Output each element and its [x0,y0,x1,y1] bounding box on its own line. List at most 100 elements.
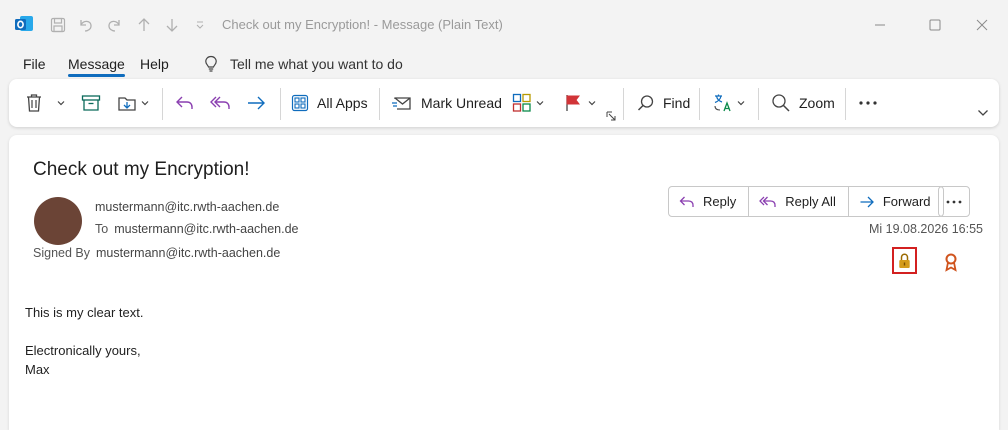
translate-icon [714,94,731,112]
ribbon-divider [379,88,380,120]
mark-unread-button[interactable]: Mark Unread [391,79,502,127]
ribbon-divider [623,88,624,120]
lock-icon [899,253,910,268]
signed-by-line: Signed By mustermann@itc.rwth-aachen.de [33,246,280,260]
customize-toolbar-icon[interactable] [192,13,208,37]
tab-message[interactable]: Message [68,56,125,77]
trash-icon [27,94,41,112]
forward-label: Forward [882,194,931,209]
outlook-icon [14,14,34,34]
lightbulb-icon [205,55,217,72]
message-subject: Check out my Encryption! [33,159,250,180]
tab-file[interactable]: File [23,56,46,72]
reply-icon [176,96,193,109]
chevron-down-icon [978,110,988,116]
to-label: To [95,222,109,236]
title-bar: Check out my Encryption! - Message (Plai… [0,0,1008,50]
save-icon[interactable] [46,13,70,37]
forward-icon [248,96,265,110]
find-label: Find [663,95,691,111]
sender-address[interactable]: mustermann@itc.rwth-aachen.de [95,200,279,214]
window-title: Check out my Encryption! - Message (Plai… [222,17,503,32]
mark-unread-label: Mark Unread [421,95,502,111]
apps-grid-icon [291,94,309,112]
undo-icon[interactable] [74,13,98,37]
move-button[interactable] [117,79,149,127]
reply-all-icon [210,96,230,109]
ribbon-divider [162,88,163,120]
chevron-down-icon [141,101,149,106]
tell-me-label: Tell me what you want to do [230,56,403,72]
reply-all-button[interactable]: Reply All [749,187,849,216]
archive-icon [81,95,101,111]
ribbon: All Apps Mark Unread Find Zoom [9,79,999,127]
body-line: Electronically yours, [25,343,141,358]
find-button[interactable]: Find [637,79,690,127]
ribbon-divider [758,88,759,120]
chevron-down-icon [536,101,544,106]
all-apps-label: All Apps [317,95,368,111]
reply-button[interactable]: Reply [669,187,750,216]
close-icon[interactable] [968,12,996,38]
ribbon-expand-button[interactable] [977,103,989,123]
chevron-down-icon [737,101,745,106]
categorize-button[interactable] [512,79,544,127]
forward-button[interactable]: Forward [849,187,943,216]
zoom-label: Zoom [799,95,835,111]
all-apps-button[interactable]: All Apps [291,79,368,127]
menu-bar: File Message Help Tell me what you want … [0,52,1008,78]
chevron-down-icon [588,101,596,106]
reading-pane: Check out my Encryption! mustermann@itc.… [9,135,999,430]
reply-all-label: Reply All [785,194,836,209]
recipient-address[interactable]: mustermann@itc.rwth-aachen.de [114,222,298,236]
reply-ribbon-button[interactable] [175,79,195,127]
reply-all-icon [759,196,776,207]
ribbon-divider [699,88,700,120]
reply-label: Reply [703,194,737,209]
arrow-down-icon[interactable] [160,13,184,37]
avatar[interactable] [34,197,82,245]
encryption-lock-button[interactable] [892,247,917,274]
reply-all-ribbon-button[interactable] [210,79,232,127]
signed-by-label: Signed By [33,246,90,260]
more-actions-button[interactable] [938,186,970,217]
delete-dropdown[interactable] [56,79,66,127]
zoom-button[interactable]: Zoom [771,79,835,127]
translate-button[interactable] [713,79,745,127]
reply-icon [679,196,694,207]
more-icon [859,101,877,105]
zoom-icon [772,94,790,112]
tell-me-search[interactable]: Tell me what you want to do [204,55,403,73]
body-line: This is my clear text. [25,305,144,320]
tags-dialog-launcher[interactable] [606,109,616,123]
flag-icon [566,95,580,111]
more-commands-button[interactable] [858,79,878,127]
certificate-icon [945,253,957,272]
recipient-line: To mustermann@itc.rwth-aachen.de [95,222,299,236]
forward-icon [860,196,874,207]
signature-certificate-button[interactable] [943,252,959,272]
ribbon-divider [845,88,846,120]
categorize-icon [512,93,531,112]
delete-button[interactable] [25,79,43,127]
more-icon [946,200,962,203]
move-folder-icon [118,97,136,111]
archive-button[interactable] [81,79,101,127]
ribbon-divider [280,88,281,120]
message-body: This is my clear text. Electronically yo… [25,303,143,379]
dialog-launcher-icon [606,111,616,121]
search-icon [637,95,654,111]
flag-button[interactable] [564,79,596,127]
forward-ribbon-button[interactable] [246,79,266,127]
received-date: Mi 19.08.2026 16:55 [869,222,983,236]
chevron-down-icon [57,101,65,106]
tab-help[interactable]: Help [140,56,169,72]
envelope-icon [392,97,411,110]
body-line: Max [25,362,50,377]
minimize-icon[interactable] [866,12,894,38]
arrow-up-icon[interactable] [132,13,156,37]
signer-address: mustermann@itc.rwth-aachen.de [95,246,281,260]
redo-icon[interactable] [102,13,126,37]
maximize-icon[interactable] [921,12,949,38]
message-actions: Reply Reply All Forward [668,186,944,217]
